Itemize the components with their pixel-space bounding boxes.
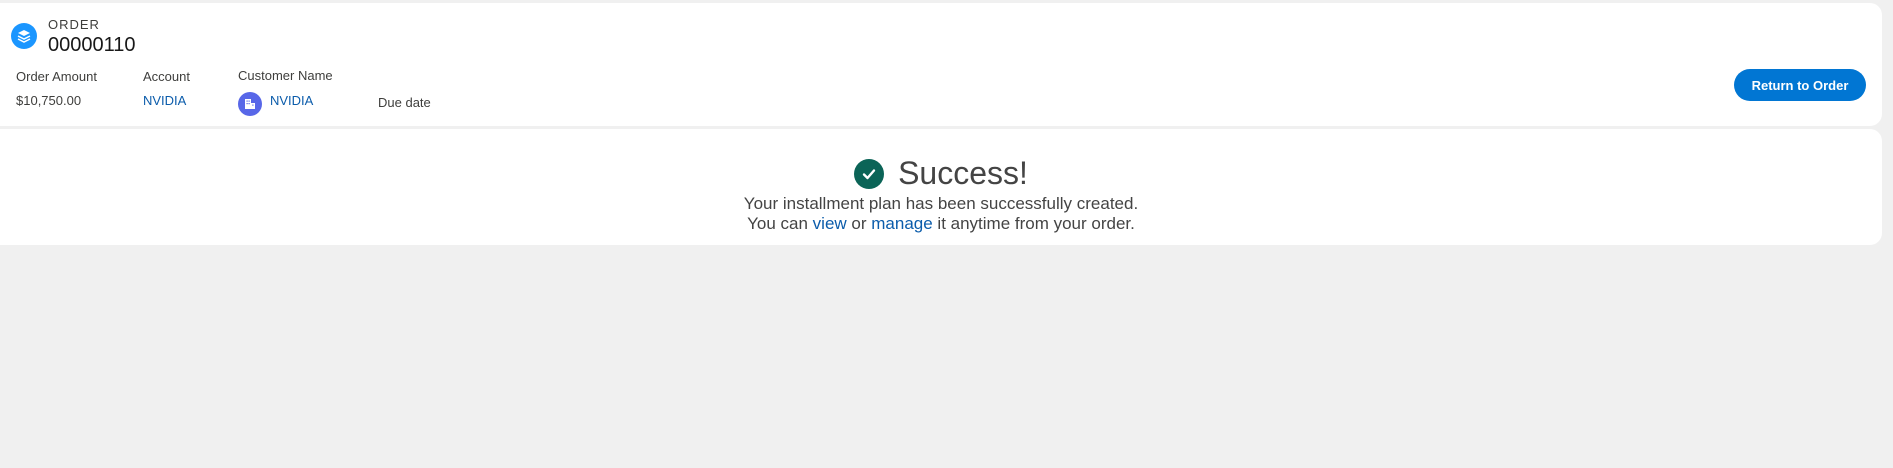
success-submessage: You can view or manage it anytime from y…: [0, 214, 1882, 234]
manage-link[interactable]: manage: [871, 214, 932, 233]
order-header-card: ORDER 00000110 Order Amount $10,750.00 A…: [0, 3, 1882, 126]
return-to-order-button[interactable]: Return to Order: [1734, 69, 1866, 101]
submessage-mid: or: [846, 214, 872, 233]
account-link[interactable]: NVIDIA: [143, 93, 186, 108]
customer-name-label: Customer Name: [238, 68, 333, 83]
account-label: Account: [143, 69, 190, 84]
stack-layers-icon: [11, 23, 37, 49]
customer-name-link[interactable]: NVIDIA: [270, 93, 313, 108]
check-circle-icon: [854, 158, 885, 189]
order-amount-label: Order Amount: [16, 69, 97, 84]
due-date-label: Due date: [378, 95, 431, 110]
submessage-prefix: You can: [747, 214, 813, 233]
success-heading: Success!: [0, 155, 1882, 192]
building-icon: [238, 92, 262, 116]
view-link[interactable]: view: [813, 214, 847, 233]
submessage-suffix: it anytime from your order.: [932, 214, 1135, 233]
order-amount-value: $10,750.00: [16, 93, 82, 108]
order-number: 00000110: [48, 34, 136, 56]
success-title: Success!: [898, 155, 1028, 191]
success-message: Your installment plan has been successfu…: [743, 194, 1139, 213]
success-card: Success! Your installment plan has been …: [0, 129, 1882, 245]
record-type-label: ORDER: [48, 17, 100, 32]
